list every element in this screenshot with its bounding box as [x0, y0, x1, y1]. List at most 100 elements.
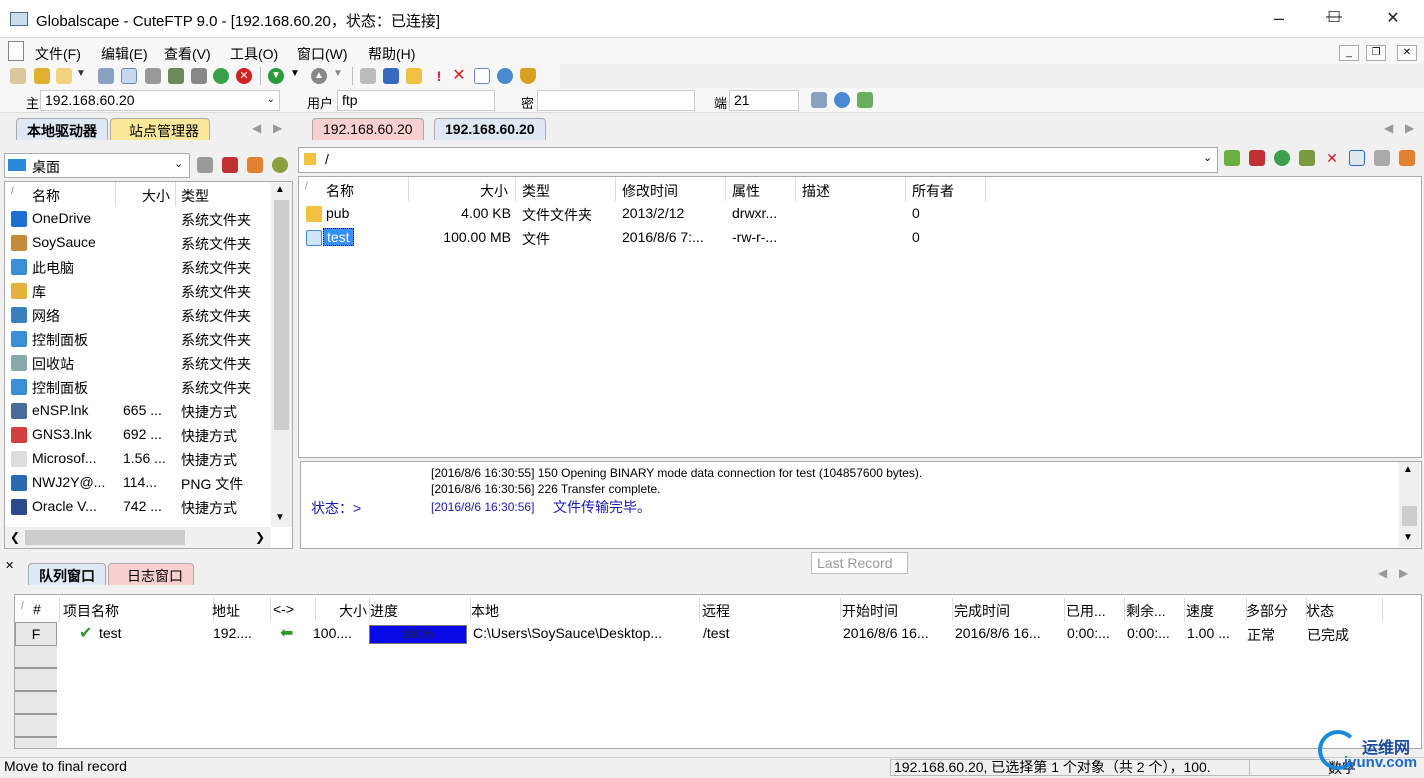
reconnect-icon[interactable]: [168, 68, 184, 84]
col-name[interactable]: 名称: [326, 181, 354, 201]
queue-col-header[interactable]: 已用...: [1066, 601, 1122, 621]
queue-col-header[interactable]: 完成时间: [954, 601, 1062, 621]
mdi-close-button[interactable]: ✕: [1397, 45, 1417, 61]
queue-tab-scroll-left-icon[interactable]: ◀: [1378, 566, 1387, 580]
remote-file-row[interactable]: pub 4.00 KB 文件文件夹 2013/2/12 drwxr... 0: [299, 202, 999, 226]
scroll-up-icon[interactable]: ▲: [275, 184, 285, 195]
queue-col-header[interactable]: 进度: [370, 601, 468, 621]
disconnect-icon[interactable]: [145, 68, 161, 84]
mdi-restore-button[interactable]: ❐: [1366, 45, 1386, 61]
menu-view[interactable]: 查看(V): [164, 44, 211, 64]
queue-row[interactable]: F ✔ test 192.... ⬅ 100.... 100% C:\Users\SoySau…: [15, 622, 1421, 646]
local-delete-icon[interactable]: [222, 157, 238, 173]
connect-icon[interactable]: [811, 92, 827, 108]
queue-tab-scroll-right-icon[interactable]: ▶: [1399, 566, 1408, 580]
queue-col-header[interactable]: 本地: [471, 601, 697, 621]
col-size[interactable]: 大小: [480, 181, 508, 201]
tab-queue[interactable]: 队列窗口: [28, 563, 106, 585]
queue-col-header[interactable]: 速度: [1186, 601, 1244, 621]
edit-icon[interactable]: [360, 68, 376, 84]
host-field[interactable]: 192.168.60.20 ⌄: [40, 90, 280, 111]
local-file-row[interactable]: 回收站 系统文件夹: [5, 351, 270, 375]
port-field[interactable]: 21: [729, 90, 799, 111]
minimize-button[interactable]: –: [1268, 8, 1290, 30]
local-file-row[interactable]: Oracle V... 742 ... 快捷方式: [5, 495, 270, 519]
scroll-right-icon[interactable]: ❯: [255, 530, 265, 544]
view-icon[interactable]: [383, 68, 399, 84]
upload-dropdown-icon[interactable]: ▼: [333, 68, 343, 84]
remote-delete-icon[interactable]: [1249, 150, 1265, 166]
quick-connect-icon[interactable]: [121, 68, 137, 84]
queue-col-header[interactable]: 剩余...: [1126, 601, 1182, 621]
exclamation-icon[interactable]: !: [431, 68, 447, 84]
tab-log[interactable]: 日志窗口: [108, 563, 194, 585]
remote-up-icon[interactable]: [1224, 150, 1240, 166]
sync-icon[interactable]: [497, 68, 513, 84]
menu-help[interactable]: 帮助(H): [368, 44, 415, 64]
new-site-icon[interactable]: [56, 68, 72, 84]
scroll-down-icon[interactable]: ▼: [275, 512, 285, 523]
local-file-row[interactable]: NWJ2Y@... 114... PNG 文件: [5, 471, 270, 495]
local-folder-icon[interactable]: [197, 157, 213, 173]
local-path-dropdown-icon[interactable]: ⌄: [174, 157, 183, 170]
open-icon[interactable]: [10, 68, 26, 84]
remote-tab-scroll-right-icon[interactable]: ▶: [1405, 121, 1414, 135]
scroll-left-icon[interactable]: ❮: [10, 530, 20, 544]
remote-tab-scroll-left-icon[interactable]: ◀: [1384, 121, 1393, 135]
close-pane-icon[interactable]: ✕: [5, 559, 14, 572]
queue-col-header[interactable]: 状态: [1306, 601, 1380, 621]
tab-local-drives[interactable]: 本地驱动器: [16, 118, 108, 140]
col-description[interactable]: 描述: [802, 181, 830, 201]
remote-view-icon[interactable]: [1349, 150, 1365, 166]
log-scrollbar[interactable]: ▲ ▼: [1399, 462, 1420, 547]
local-file-row[interactable]: eNSP.lnk 665 ... 快捷方式: [5, 399, 270, 423]
tab-remote-1[interactable]: 192.168.60.20: [312, 118, 424, 140]
menu-tools[interactable]: 工具(O): [230, 44, 278, 64]
scroll-thumb[interactable]: [274, 200, 289, 430]
tab-site-manager[interactable]: 站点管理器: [110, 118, 210, 140]
upload-icon[interactable]: ▲: [311, 68, 327, 84]
local-horizontal-scrollbar[interactable]: ❮ ❯: [5, 527, 271, 548]
properties-icon[interactable]: [474, 68, 490, 84]
queue-col-header[interactable]: <->: [273, 601, 313, 617]
local-refresh-icon[interactable]: [272, 157, 288, 173]
queue-col-header[interactable]: 开始时间: [842, 601, 950, 621]
sync-icon[interactable]: [834, 92, 850, 108]
queue-col-header[interactable]: #: [33, 601, 57, 617]
remote-path-dropdown-icon[interactable]: ⌄: [1203, 151, 1212, 164]
security-icon[interactable]: [520, 68, 536, 84]
tab-remote-2[interactable]: 192.168.60.20: [434, 118, 546, 140]
local-file-row[interactable]: 网络 系统文件夹: [5, 303, 270, 327]
local-file-row[interactable]: SoySauce 系统文件夹: [5, 231, 270, 255]
menu-edit[interactable]: 编辑(E): [101, 44, 148, 64]
col-size[interactable]: 大小: [142, 186, 170, 206]
close-button[interactable]: ✕: [1382, 8, 1404, 30]
remote-stop-icon[interactable]: ✕: [1324, 150, 1340, 166]
new-folder-icon[interactable]: [406, 68, 422, 84]
queue-col-header[interactable]: 大小: [313, 601, 367, 621]
remote-options-icon[interactable]: [1374, 150, 1390, 166]
local-file-row[interactable]: 此电脑 系统文件夹: [5, 255, 270, 279]
menu-window[interactable]: 窗口(W): [297, 44, 348, 64]
remote-filter-icon[interactable]: [1299, 150, 1315, 166]
tab-scroll-right-icon[interactable]: ▶: [273, 121, 282, 135]
new-site-dropdown-icon[interactable]: ▼: [76, 68, 86, 84]
user-field[interactable]: ftp: [337, 90, 495, 111]
local-file-row[interactable]: Microsof... 1.56 ... 快捷方式: [5, 447, 270, 471]
local-file-row[interactable]: OneDrive 系统文件夹: [5, 207, 270, 231]
local-file-row[interactable]: 库 系统文件夹: [5, 279, 270, 303]
host-dropdown-icon[interactable]: ⌄: [267, 91, 275, 108]
refresh-icon[interactable]: [213, 68, 229, 84]
col-type[interactable]: 类型: [522, 181, 550, 201]
queue-col-header[interactable]: 远程: [702, 601, 838, 621]
col-modified[interactable]: 修改时间: [622, 181, 678, 201]
col-attributes[interactable]: 属性: [732, 181, 760, 201]
delete-icon[interactable]: ✕: [451, 68, 467, 84]
mdi-minimize-button[interactable]: _: [1339, 45, 1359, 61]
maximize-button[interactable]: ☐: [1323, 8, 1345, 30]
cancel-icon[interactable]: ✕: [236, 68, 252, 84]
download-icon[interactable]: ▼: [268, 68, 284, 84]
scroll-up-icon[interactable]: ▲: [1403, 464, 1413, 475]
scroll-thumb[interactable]: [1402, 506, 1417, 526]
remote-path-combo[interactable]: [298, 147, 1218, 173]
